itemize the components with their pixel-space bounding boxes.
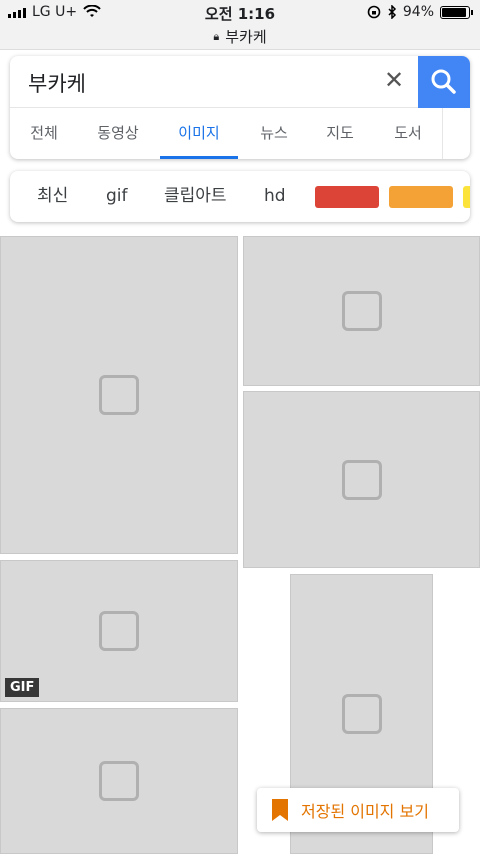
- tabs-divider: [442, 108, 443, 159]
- search-button[interactable]: [418, 56, 470, 108]
- status-right: 94%: [367, 4, 473, 20]
- url-bar[interactable]: 🔒︎ 부카케: [0, 24, 480, 50]
- tab-videos[interactable]: 동영상: [86, 108, 150, 159]
- search-icon: [431, 69, 456, 94]
- url-text: 부카케: [225, 28, 267, 46]
- color-chip-yellow[interactable]: [463, 186, 470, 208]
- image-placeholder-icon: [99, 611, 139, 651]
- image-results: GIF: [0, 236, 480, 854]
- chip-hd[interactable]: hd: [264, 171, 286, 222]
- color-chip-orange[interactable]: [389, 186, 453, 208]
- tab-all[interactable]: 전체: [16, 108, 72, 159]
- image-placeholder-icon: [341, 694, 382, 734]
- search-input[interactable]: 부카케 ✕: [10, 56, 418, 108]
- chip-recent[interactable]: 최신: [37, 171, 68, 222]
- lock-icon: 🔒︎: [213, 29, 220, 43]
- tab-books[interactable]: 도서: [380, 108, 436, 159]
- bookmark-icon: [272, 799, 288, 821]
- image-placeholder-icon: [99, 761, 139, 801]
- chip-clipart[interactable]: 클립아트: [164, 171, 227, 222]
- search-tabs: 전체 동영상 이미지 뉴스 지도 도서: [10, 108, 442, 159]
- status-bar: LG U+ 오전 1:16 94%: [0, 0, 480, 24]
- battery-icon: [440, 5, 473, 19]
- close-icon[interactable]: ✕: [384, 66, 404, 94]
- tab-news[interactable]: 뉴스: [248, 108, 300, 159]
- battery-percent: 94%: [402, 4, 434, 20]
- image-result[interactable]: GIF: [0, 560, 238, 702]
- rotation-lock-icon: [367, 5, 381, 19]
- filter-chips: 최신 gif 클립아트 hd: [10, 171, 470, 222]
- image-placeholder-icon: [341, 459, 382, 500]
- tab-maps[interactable]: 지도: [312, 108, 368, 159]
- image-result[interactable]: [243, 391, 480, 568]
- search-card: 부카케 ✕ 전체 동영상 이미지 뉴스 지도 도서: [10, 56, 470, 159]
- image-result[interactable]: [0, 708, 238, 854]
- image-placeholder-icon: [99, 375, 139, 415]
- saved-images-label: 저장된 이미지 보기: [301, 802, 429, 821]
- gif-badge: GIF: [5, 678, 40, 697]
- battery-fill: [442, 7, 467, 17]
- image-placeholder-icon: [341, 291, 382, 331]
- tab-images[interactable]: 이미지: [160, 108, 238, 159]
- search-query: 부카케: [28, 72, 86, 96]
- bluetooth-icon: [388, 5, 396, 19]
- image-result[interactable]: [243, 236, 480, 386]
- chip-gif[interactable]: gif: [106, 171, 128, 222]
- color-chip-red[interactable]: [315, 186, 379, 208]
- image-result[interactable]: [0, 236, 238, 554]
- saved-images-button[interactable]: 저장된 이미지 보기: [257, 788, 459, 832]
